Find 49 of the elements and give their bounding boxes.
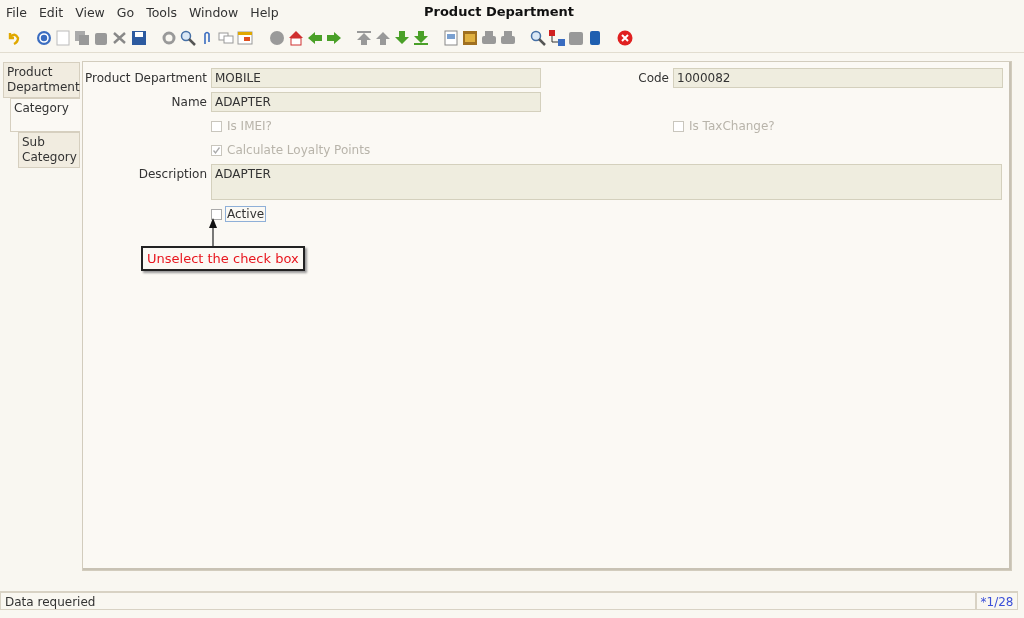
home-icon[interactable] (288, 30, 304, 46)
input-field[interactable]: 1000082 (673, 68, 1003, 88)
checkbox-label: Calculate Loyalty Points (226, 142, 372, 158)
tab[interactable]: Sub Category (18, 132, 80, 168)
report-icon[interactable] (443, 30, 459, 46)
first-record-icon[interactable] (356, 30, 372, 46)
annotation-callout: Unselect the check box (141, 246, 305, 271)
checkbox-label: Is IMEI? (226, 118, 273, 134)
checkbox-label: Is TaxChange? (688, 118, 776, 134)
input-field[interactable]: ADAPTER (211, 92, 541, 112)
archive-icon[interactable] (462, 30, 478, 46)
input-field[interactable]: MOBILE (211, 68, 541, 88)
window-title: Product Department (424, 4, 575, 19)
menu-item[interactable]: File (2, 4, 35, 20)
close-icon[interactable] (617, 30, 633, 46)
search-icon[interactable] (180, 30, 196, 46)
menu-item[interactable]: Go (112, 4, 143, 20)
printer-icon[interactable] (481, 30, 497, 46)
save-icon[interactable] (131, 30, 147, 46)
menu-item[interactable]: View (71, 4, 113, 20)
copy-icon[interactable] (74, 30, 90, 46)
field-label: Code (638, 70, 669, 87)
record-counter: *1/28 (976, 592, 1018, 610)
cross-icon[interactable] (112, 30, 128, 46)
left-arrow-icon[interactable] (307, 30, 323, 46)
field-label: Name (171, 94, 207, 111)
menu-item[interactable]: Window (184, 4, 247, 20)
up-arrow-icon[interactable] (375, 30, 391, 46)
arrow-icon (207, 218, 219, 248)
status-message: Data requeried (0, 592, 976, 610)
workflow-icon[interactable] (549, 30, 565, 46)
printer-icon[interactable] (500, 30, 516, 46)
menu-item[interactable]: Help (246, 4, 287, 20)
tab[interactable]: Product Department (3, 62, 80, 98)
menu-item[interactable]: Edit (34, 4, 72, 20)
checkbox[interactable] (211, 208, 222, 220)
field-label: Description (138, 166, 207, 183)
undo-icon[interactable] (6, 30, 22, 46)
right-arrow-icon[interactable] (326, 30, 342, 46)
field-label: Product Department (85, 70, 207, 87)
table-icon[interactable] (237, 30, 253, 46)
down-arrow-icon[interactable] (394, 30, 410, 46)
zoom-icon[interactable] (530, 30, 546, 46)
last-record-icon[interactable] (413, 30, 429, 46)
chat-icon[interactable] (218, 30, 234, 46)
input-field[interactable]: ADAPTER (211, 164, 1002, 200)
checkbox-label: Active (225, 206, 267, 222)
tab[interactable]: Category (10, 98, 80, 132)
menu-item[interactable]: Tools (142, 4, 185, 20)
